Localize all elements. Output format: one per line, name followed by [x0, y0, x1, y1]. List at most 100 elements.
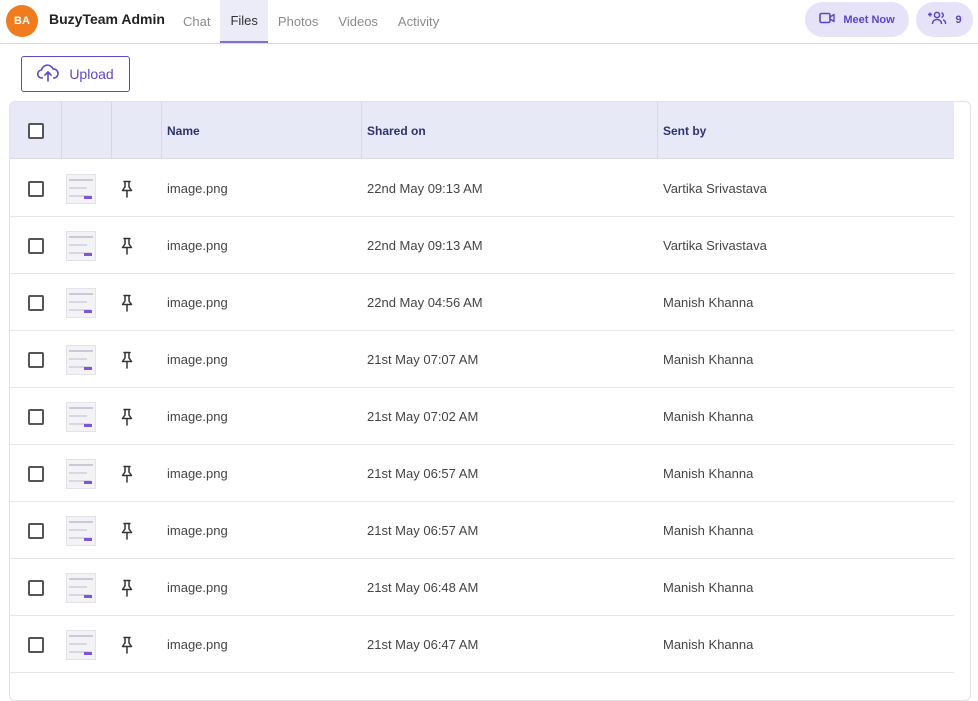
column-header-sent-by[interactable]: Sent by	[663, 102, 706, 159]
image-thumbnail[interactable]	[66, 344, 96, 375]
pin-cell	[120, 559, 134, 616]
pin-icon[interactable]	[120, 294, 134, 312]
pin-icon[interactable]	[120, 465, 134, 483]
avatar[interactable]: BA	[6, 5, 38, 37]
sent-by: Vartika Srivastava	[663, 238, 767, 253]
pin-icon[interactable]	[120, 237, 134, 255]
file-name[interactable]: image.png	[167, 616, 228, 673]
sent-by: Vartika Srivastava	[663, 181, 767, 196]
tab-videos[interactable]: Videos	[328, 0, 388, 43]
row-select-cell	[28, 160, 44, 217]
file-name[interactable]: image.png	[167, 217, 228, 274]
pin-icon[interactable]	[120, 351, 134, 369]
file-name[interactable]: image.png	[167, 445, 228, 502]
pin-cell	[120, 160, 134, 217]
add-people-icon	[927, 11, 947, 28]
file-name[interactable]: image.png	[167, 331, 228, 388]
tab-photos[interactable]: Photos	[268, 0, 328, 43]
thumbnail-cell	[66, 616, 96, 673]
pin-cell	[120, 274, 134, 331]
pin-cell	[120, 502, 134, 559]
shared-on: 21st May 07:07 AM	[367, 352, 479, 367]
pin-cell	[120, 217, 134, 274]
table-row[interactable]: image.png 21st May 06:57 AM Manish Khann…	[10, 502, 954, 559]
column-header-shared-on[interactable]: Shared on	[367, 102, 426, 159]
table-row[interactable]: image.png 22nd May 09:13 AM Vartika Sriv…	[10, 160, 954, 217]
table-row[interactable]: image.png 21st May 06:47 AM Manish Khann…	[10, 616, 954, 673]
shared-on: 22nd May 09:13 AM	[367, 181, 483, 196]
row-checkbox[interactable]	[28, 237, 44, 254]
row-select-cell	[28, 274, 44, 331]
pin-icon[interactable]	[120, 522, 134, 540]
shared-on: 21st May 06:57 AM	[367, 466, 479, 481]
row-checkbox[interactable]	[28, 180, 44, 197]
table-row[interactable]: image.png 22nd May 09:13 AM Vartika Sriv…	[10, 217, 954, 274]
thumbnail-cell	[66, 502, 96, 559]
tab-chat[interactable]: Chat	[173, 0, 220, 43]
shared-on: 22nd May 04:56 AM	[367, 295, 483, 310]
row-checkbox[interactable]	[28, 636, 44, 653]
tab-bar: Chat Files Photos Videos Activity	[173, 0, 449, 44]
thumbnail-cell	[66, 388, 96, 445]
shared-on: 21st May 07:02 AM	[367, 409, 479, 424]
members-button[interactable]: 9	[916, 2, 973, 37]
sent-by: Manish Khanna	[663, 580, 754, 595]
thumbnail-cell	[66, 274, 96, 331]
table-row[interactable]: image.png 21st May 06:57 AM Manish Khann…	[10, 445, 954, 502]
image-thumbnail[interactable]	[66, 287, 96, 318]
image-thumbnail[interactable]	[66, 515, 96, 546]
row-checkbox[interactable]	[28, 294, 44, 311]
tab-files[interactable]: Files	[220, 0, 268, 43]
pin-icon[interactable]	[120, 579, 134, 597]
file-name[interactable]: image.png	[167, 274, 228, 331]
pin-icon[interactable]	[120, 180, 134, 198]
image-thumbnail[interactable]	[66, 173, 96, 204]
pin-icon[interactable]	[120, 408, 134, 426]
row-checkbox[interactable]	[28, 522, 44, 539]
pin-cell	[120, 445, 134, 502]
table-row[interactable]: image.png 21st May 07:02 AM Manish Khann…	[10, 388, 954, 445]
sent-by: Manish Khanna	[663, 295, 754, 310]
row-select-cell	[28, 616, 44, 673]
row-select-cell	[28, 388, 44, 445]
row-checkbox[interactable]	[28, 465, 44, 482]
select-all-checkbox[interactable]	[28, 122, 44, 139]
table-row[interactable]: image.png 21st May 07:07 AM Manish Khann…	[10, 331, 954, 388]
sent-by: Manish Khanna	[663, 466, 754, 481]
image-thumbnail[interactable]	[66, 572, 96, 603]
row-select-cell	[28, 502, 44, 559]
column-header-name[interactable]: Name	[167, 102, 200, 159]
meet-now-label: Meet Now	[843, 13, 895, 26]
row-checkbox[interactable]	[28, 408, 44, 425]
upload-button[interactable]: Upload	[21, 56, 130, 92]
pin-cell	[120, 331, 134, 388]
file-name[interactable]: image.png	[167, 559, 228, 616]
sent-by: Manish Khanna	[663, 352, 754, 367]
video-camera-icon	[819, 12, 836, 27]
table-row[interactable]: image.png 22nd May 04:56 AM Manish Khann…	[10, 274, 954, 331]
sent-by: Manish Khanna	[663, 523, 754, 538]
row-select-cell	[28, 331, 44, 388]
table-row[interactable]: image.png 21st May 06:48 AM Manish Khann…	[10, 559, 954, 616]
image-thumbnail[interactable]	[66, 230, 96, 261]
tab-activity[interactable]: Activity	[388, 0, 449, 43]
upload-label: Upload	[69, 66, 114, 82]
image-thumbnail[interactable]	[66, 401, 96, 432]
app-title: BuzyTeam Admin	[49, 11, 165, 27]
thumbnail-cell	[66, 331, 96, 388]
file-name[interactable]: image.png	[167, 502, 228, 559]
row-select-cell	[28, 559, 44, 616]
pin-cell	[120, 388, 134, 445]
sent-by: Manish Khanna	[663, 409, 754, 424]
files-table: Name Shared on Sent by image.png 22nd Ma…	[9, 101, 971, 701]
image-thumbnail[interactable]	[66, 458, 96, 489]
pin-icon[interactable]	[120, 636, 134, 654]
row-checkbox[interactable]	[28, 579, 44, 596]
cloud-upload-icon	[37, 63, 60, 85]
image-thumbnail[interactable]	[66, 629, 96, 660]
row-checkbox[interactable]	[28, 351, 44, 368]
file-name[interactable]: image.png	[167, 388, 228, 445]
file-name[interactable]: image.png	[167, 160, 228, 217]
meet-now-button[interactable]: Meet Now	[805, 2, 909, 37]
row-select-cell	[28, 445, 44, 502]
